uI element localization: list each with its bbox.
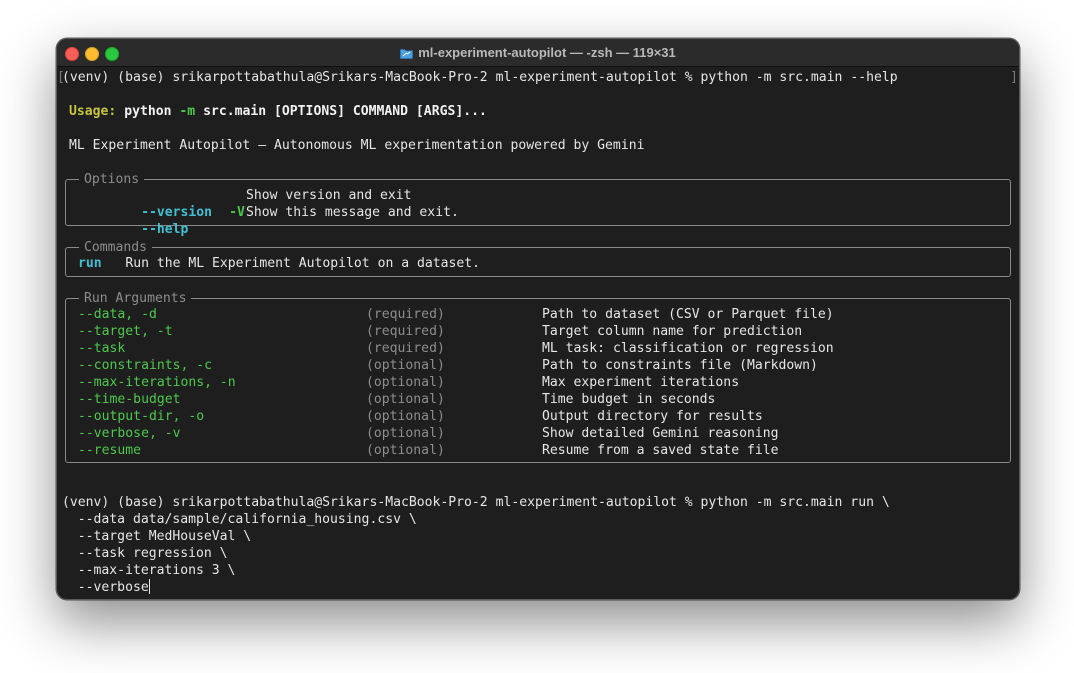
mark-bracket-right: ]	[1010, 70, 1018, 85]
arg-requirement: (optional)	[366, 409, 445, 424]
arg-requirement: (optional)	[366, 426, 445, 441]
arg-flag: --max-iterations, -n	[78, 375, 236, 390]
usage-line: Usage: python -m src.main [OPTIONS] COMM…	[69, 103, 487, 120]
arg-flag: --task	[78, 341, 126, 356]
command-text: python -m src.main --help	[700, 70, 898, 85]
usage-label: Usage:	[69, 104, 117, 119]
second-prompt-line: (venv) (base) srikarpottabathula@Srikars…	[62, 495, 890, 510]
arg-flag: --target, -t	[78, 324, 173, 339]
arg-desc: Path to dataset (CSV or Parquet file)	[542, 307, 834, 322]
continuation-line: --target MedHouseVal \	[62, 529, 252, 544]
window-title: ml-experiment-autopilot — -zsh — 119×31	[418, 45, 676, 60]
description-line: ML Experiment Autopilot — Autonomous ML …	[69, 138, 645, 153]
arg-flag: --data, -d	[78, 307, 157, 322]
arg-flag: --time-budget	[78, 392, 181, 407]
arg-requirement: (required)	[366, 324, 445, 339]
arg-requirement: (optional)	[366, 443, 445, 458]
usage-python: python	[124, 104, 172, 119]
arg-requirement: (required)	[366, 341, 445, 356]
command-desc: Run the ML Experiment Autopilot on a dat…	[125, 256, 481, 271]
option-desc: Show this message and exit.	[246, 205, 459, 220]
options-panel: Options --version -V Show version and ex…	[65, 171, 1011, 237]
arg-requirement: (required)	[366, 307, 445, 322]
arg-requirement: (optional)	[366, 392, 445, 407]
continuation-line: --verbose	[62, 580, 149, 595]
window-title-container: ml-experiment-autopilot — -zsh — 119×31	[57, 39, 1019, 66]
option-desc: Show version and exit	[246, 188, 412, 203]
arg-desc: Time budget in seconds	[542, 392, 716, 407]
arg-flag: --constraints, -c	[78, 358, 213, 373]
arg-desc: Max experiment iterations	[542, 375, 740, 390]
prompt-text: (venv) (base) srikarpottabathula@Srikars…	[62, 70, 701, 85]
arg-flag: --verbose, -v	[78, 426, 181, 441]
command-name: run	[78, 256, 102, 271]
continuation-line: --data data/sample/california_housing.cs…	[62, 512, 417, 527]
arg-desc: ML task: classification or regression	[542, 341, 834, 356]
folder-icon	[400, 47, 414, 59]
option-flag: --help	[141, 222, 189, 237]
current-input-line[interactable]: --verbose	[62, 579, 150, 596]
arg-desc: Output directory for results	[542, 409, 763, 424]
continuation-line: --task regression \	[62, 546, 228, 561]
terminal-content[interactable]: [ ] (venv) (base) srikarpottabathula@Sri…	[57, 67, 1019, 599]
title-bar[interactable]: ml-experiment-autopilot — -zsh — 119×31	[57, 39, 1019, 67]
arg-requirement: (optional)	[366, 375, 445, 390]
options-panel-title: Options	[79, 171, 145, 188]
commands-panel-title: Commands	[79, 239, 153, 256]
arg-flag: --output-dir, -o	[78, 409, 205, 424]
usage-rest: src.main [OPTIONS] COMMAND [ARGS]...	[203, 104, 487, 119]
arg-desc: Target column name for prediction	[542, 324, 803, 339]
run-arguments-panel: Run Arguments --data, -d (required) Path…	[65, 290, 1011, 463]
arg-flag: --resume	[78, 443, 142, 458]
command-row: run Run the ML Experiment Autopilot on a…	[78, 255, 480, 272]
arg-desc: Show detailed Gemini reasoning	[542, 426, 779, 441]
arg-desc: Resume from a saved state file	[542, 443, 779, 458]
arg-requirement: (optional)	[366, 358, 445, 373]
usage-flag: -m	[179, 104, 196, 119]
commands-panel: Commands run Run the ML Experiment Autop…	[65, 239, 1011, 277]
first-prompt-line: (venv) (base) srikarpottabathula@Srikars…	[62, 69, 898, 86]
continuation-line: --max-iterations 3 \	[62, 563, 236, 578]
text-cursor	[148, 579, 150, 594]
run-arguments-panel-title: Run Arguments	[79, 290, 192, 307]
arg-desc: Path to constraints file (Markdown)	[542, 358, 818, 373]
terminal-window: ml-experiment-autopilot — -zsh — 119×31 …	[56, 38, 1020, 600]
